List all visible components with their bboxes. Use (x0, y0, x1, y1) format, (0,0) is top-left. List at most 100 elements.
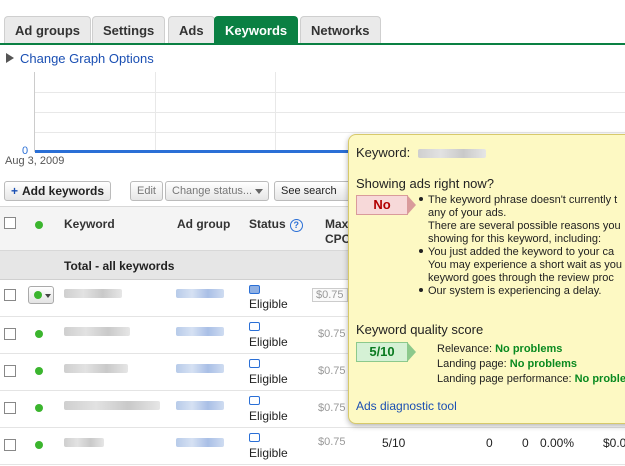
status-dot-icon (35, 218, 43, 232)
total-label: Total - all keywords (64, 259, 175, 273)
row-checkbox[interactable] (4, 365, 16, 377)
cost-value: $0.0 (603, 436, 625, 450)
popup-keyword-label: Keyword: (356, 145, 411, 160)
column-keyword[interactable]: Keyword (64, 217, 115, 231)
reason-line: showing for this keyword, including: (428, 233, 602, 245)
quality-item-value: No problems (509, 358, 578, 370)
reason-line: The keyword phrase doesn't currently t (428, 194, 618, 206)
max-cpc-value: $0.75 (318, 436, 346, 448)
add-keywords-label: Add keywords (22, 184, 105, 198)
tab-keywords[interactable]: Keywords (214, 16, 299, 43)
change-graph-options-link[interactable]: Change Graph Options (6, 51, 154, 66)
status-text: Eligible (249, 446, 288, 460)
graph-gridline (35, 112, 625, 113)
keyword-text-redacted (417, 149, 486, 159)
reason-line: There are several possible reasons you (428, 220, 621, 232)
tab-bar: Ad groups Settings Ads Keywords Networks (0, 16, 625, 45)
speech-bubble-icon[interactable] (249, 359, 260, 368)
max-cpc-value: $0.75 (318, 328, 346, 340)
change-status-label: Change status... (172, 185, 253, 197)
speech-bubble-icon[interactable] (249, 433, 260, 442)
max-cpc-value: $0.75 (318, 402, 346, 414)
ad-group-link-redacted[interactable] (176, 327, 224, 336)
graph-gridline (155, 72, 156, 152)
clicks-value: 0 (486, 436, 493, 450)
speech-bubble-icon[interactable] (249, 285, 260, 294)
status-dot-icon (35, 441, 43, 449)
keyword-text-redacted[interactable] (64, 364, 128, 373)
quality-item-label: Relevance: (437, 343, 493, 355)
keyword-diagnosis-popup: Keyword: Showing ads right now? No The k… (348, 134, 625, 424)
reason-line: You may experience a short wait as you (428, 259, 623, 271)
quality-item-value: No proble (574, 373, 625, 385)
add-keywords-button[interactable]: + Add keywords (4, 181, 112, 201)
ctr-value: 0.00% (540, 436, 575, 450)
edit-button[interactable]: Edit (130, 181, 163, 201)
quality-score-heading: Keyword quality score (356, 322, 484, 337)
status-text: Eligible (249, 409, 288, 423)
row-checkbox[interactable] (4, 328, 16, 340)
impressions-value: 0 (522, 436, 529, 450)
column-status[interactable]: Status? (249, 217, 303, 232)
tab-ads[interactable]: Ads (168, 16, 215, 43)
quality-score-badge: 5/10 (356, 342, 416, 362)
reason-line: keyword goes through the review proc (428, 272, 614, 284)
graph-x-start-date: Aug 3, 2009 (5, 155, 65, 167)
chevron-down-icon (45, 294, 51, 298)
reasons-list: The keyword phrase doesn't currently t a… (419, 194, 625, 298)
status-dot-icon (35, 330, 43, 338)
select-all-checkbox[interactable] (4, 217, 16, 232)
keyword-text-redacted[interactable] (64, 438, 104, 447)
graph-gridline (275, 72, 276, 152)
row-checkbox[interactable] (4, 402, 16, 414)
change-graph-options-label: Change Graph Options (20, 51, 154, 66)
showing-ads-heading: Showing ads right now? (356, 176, 495, 191)
column-max-cpc-line2: CPC (325, 232, 351, 246)
column-ad-group[interactable]: Ad group (177, 217, 230, 231)
max-cpc-value: $0.75 (318, 365, 346, 377)
graph-gridline (35, 92, 625, 93)
ad-group-link-redacted[interactable] (176, 364, 224, 373)
status-dot-icon (35, 367, 43, 375)
quality-score-value: 5/10 (382, 436, 406, 450)
row-checkbox[interactable] (4, 439, 16, 451)
keyword-text-redacted[interactable] (64, 327, 130, 336)
reason-line: You just added the keyword to your ca (428, 246, 615, 258)
change-status-dropdown[interactable]: Change status... (165, 181, 269, 201)
keyword-text-redacted[interactable] (64, 401, 160, 410)
help-icon[interactable]: ? (289, 219, 303, 232)
status-text: Eligible (249, 372, 288, 386)
reason-line: any of your ads. (428, 207, 507, 219)
status-text: Eligible (249, 297, 288, 311)
quality-score-breakdown: Relevance: No problems Landing page: No … (437, 342, 625, 387)
ad-group-link-redacted[interactable] (176, 438, 224, 447)
popup-keyword-heading: Keyword: (356, 145, 486, 160)
status-dropdown-button[interactable] (28, 286, 54, 304)
tab-ad-groups[interactable]: Ad groups (4, 16, 91, 43)
quality-item-value: No problems (495, 343, 563, 355)
tab-networks[interactable]: Networks (300, 16, 381, 43)
keyword-text-redacted[interactable] (64, 289, 122, 298)
column-status-label: Status (249, 217, 286, 231)
status-dot-icon (34, 291, 42, 299)
column-max-cpc-line1[interactable]: Max (325, 217, 348, 231)
ads-diagnostic-tool-link[interactable]: Ads diagnostic tool (356, 399, 457, 413)
table-row: Eligible $0.75 5/10 0 0 0.00% $0.0 (0, 428, 625, 465)
row-checkbox[interactable] (4, 289, 16, 301)
quality-item-label: Landing page: (437, 358, 507, 370)
ad-group-link-redacted[interactable] (176, 289, 224, 298)
speech-bubble-icon[interactable] (249, 396, 260, 405)
status-dot-icon (35, 404, 43, 412)
speech-bubble-icon[interactable] (249, 322, 260, 331)
showing-ads-badge: No (356, 195, 416, 215)
status-text: Eligible (249, 335, 288, 349)
graph-gridline (35, 132, 625, 133)
chevron-down-icon (255, 189, 263, 194)
ad-group-link-redacted[interactable] (176, 401, 224, 410)
see-search-terms-button[interactable]: See search te (274, 181, 354, 201)
tab-settings[interactable]: Settings (92, 16, 166, 43)
plus-icon: + (11, 184, 19, 198)
expand-triangle-icon (6, 53, 14, 63)
reason-line: Our system is experiencing a delay. (428, 285, 602, 297)
max-cpc-value[interactable]: $0.75 (312, 288, 348, 302)
